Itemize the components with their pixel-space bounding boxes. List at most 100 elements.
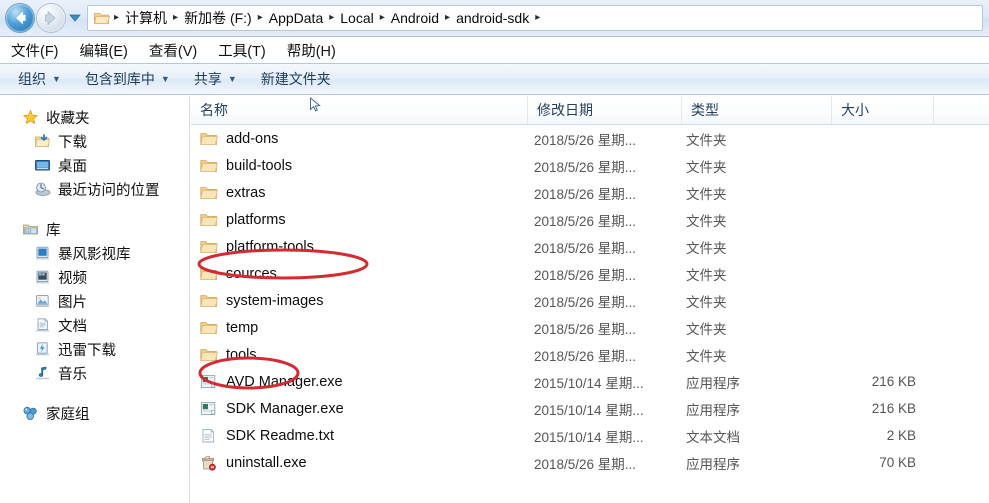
star-icon <box>23 109 38 124</box>
sidebar-label: 音乐 <box>58 366 87 383</box>
file-name-label: add-ons <box>226 130 279 147</box>
table-row[interactable]: platforms 2018/5/26 星期... 文件夹 <box>191 206 989 233</box>
table-row[interactable]: extras 2018/5/26 星期... 文件夹 <box>191 179 989 206</box>
breadcrumb-separator: ▸ <box>257 12 263 23</box>
file-type-cell: 文件夹 <box>686 267 727 283</box>
breadcrumb-item-2[interactable]: AppData <box>265 9 327 27</box>
sidebar-item-downloads[interactable]: 下载 <box>0 129 189 153</box>
sidebar-label: 下载 <box>58 134 87 151</box>
sidebar-item-desktop[interactable]: 桌面 <box>0 153 189 177</box>
breadcrumb-item-4[interactable]: Android <box>387 9 443 27</box>
file-name-label: platforms <box>226 211 286 228</box>
sidebar-label: 最近访问的位置 <box>58 182 160 199</box>
file-name-cell[interactable]: add-ons <box>200 131 278 147</box>
file-name-cell[interactable]: platforms <box>200 212 286 228</box>
sidebar-item-documents[interactable]: 文档 <box>0 313 189 337</box>
menu-view[interactable]: 查看(V) <box>149 40 197 61</box>
file-type-cell: 文件夹 <box>686 159 727 175</box>
file-name-cell[interactable]: uninstall.exe <box>200 455 307 471</box>
sidebar-item-pictures[interactable]: 图片 <box>0 289 189 313</box>
table-row[interactable]: tools 2018/5/26 星期... 文件夹 <box>191 341 989 368</box>
exe-icon <box>200 401 216 415</box>
file-name-cell[interactable]: AVD Manager.exe <box>200 374 343 390</box>
menu-edit[interactable]: 编辑(E) <box>80 40 128 61</box>
column-header-size[interactable]: 大小 <box>831 96 933 124</box>
music-icon <box>36 366 49 379</box>
breadcrumb-item-5[interactable]: android-sdk <box>452 9 533 27</box>
sidebar-item-libraries[interactable]: 库 <box>0 217 189 241</box>
file-date-cell: 2018/5/26 星期... <box>534 348 637 364</box>
sidebar-label: 库 <box>46 222 61 239</box>
sidebar-item-thunder-download[interactable]: 迅雷下载 <box>0 337 189 361</box>
toolbar-new-folder-label: 新建文件夹 <box>260 71 331 87</box>
toolbar-organize-button[interactable]: 组织 ▼ <box>18 69 61 89</box>
file-name-cell[interactable]: SDK Readme.txt <box>200 428 334 444</box>
table-row[interactable]: platform-tools 2018/5/26 星期... 文件夹 <box>191 233 989 260</box>
file-name-cell[interactable]: tools <box>200 347 257 363</box>
thunder-download-icon <box>36 341 49 355</box>
sidebar-label: 图片 <box>58 294 87 311</box>
table-row[interactable]: SDK Readme.txt 2015/10/14 星期... 文本文档 2 K… <box>191 422 989 449</box>
breadcrumb-item-3[interactable]: Local <box>336 9 377 27</box>
breadcrumb-bar[interactable]: ▸ 计算机 ▸ 新加卷 (F:) ▸ AppData ▸ Local ▸ And… <box>87 5 983 31</box>
sidebar-item-videos[interactable]: 视频 <box>0 265 189 289</box>
toolbar-new-folder-button[interactable]: 新建文件夹 <box>261 69 331 89</box>
menu-help[interactable]: 帮助(H) <box>287 40 336 61</box>
table-row[interactable]: uninstall.exe 2018/5/26 星期... 应用程序 70 KB <box>191 449 989 476</box>
file-name-cell[interactable]: platform-tools <box>200 239 314 255</box>
file-name-cell[interactable]: temp <box>200 320 258 336</box>
breadcrumb-separator: ▸ <box>329 12 335 23</box>
folder-icon <box>200 159 218 172</box>
folder-icon <box>94 13 110 24</box>
file-name-label: system-images <box>226 292 324 309</box>
sidebar-item-baofeng-library[interactable]: 暴风影视库 <box>0 241 189 265</box>
table-row[interactable]: temp 2018/5/26 星期... 文件夹 <box>191 314 989 341</box>
menu-file[interactable]: 文件(F) <box>11 40 59 61</box>
file-name-cell[interactable]: sources <box>200 266 277 282</box>
forward-button[interactable] <box>37 4 65 32</box>
file-type-cell: 应用程序 <box>686 456 740 472</box>
file-name-label: AVD Manager.exe <box>226 373 343 390</box>
file-date-cell: 2015/10/14 星期... <box>534 429 644 445</box>
downloads-icon <box>34 133 51 147</box>
file-name-cell[interactable]: build-tools <box>200 158 292 174</box>
content-area: 收藏夹 下载 桌面 最近访问的位置 库 暴风影视库 视频 图片 文档 迅雷下载 … <box>0 96 989 503</box>
back-button[interactable] <box>6 4 34 32</box>
table-row[interactable]: system-images 2018/5/26 星期... 文件夹 <box>191 287 989 314</box>
command-toolbar: 组织 ▼ 包含到库中 ▼ 共享 ▼ 新建文件夹 <box>0 63 989 95</box>
table-row[interactable]: add-ons 2018/5/26 星期... 文件夹 <box>191 125 989 152</box>
file-name-cell[interactable]: system-images <box>200 293 324 309</box>
sidebar-item-recent-places[interactable]: 最近访问的位置 <box>0 177 189 201</box>
folder-icon <box>200 132 218 145</box>
column-header-row: 名称 修改日期 类型 大小 <box>191 96 989 125</box>
file-name-label: uninstall.exe <box>226 454 307 471</box>
sidebar-item-homegroup[interactable]: 家庭组 <box>0 401 189 425</box>
toolbar-share-button[interactable]: 共享 ▼ <box>194 69 237 89</box>
breadcrumb-item-0[interactable]: 计算机 <box>121 7 171 29</box>
file-name-cell[interactable]: extras <box>200 185 266 201</box>
breadcrumb-item-1[interactable]: 新加卷 (F:) <box>180 7 256 29</box>
column-header-type[interactable]: 类型 <box>681 96 831 124</box>
table-row[interactable]: AVD Manager.exe 2015/10/14 星期... 应用程序 21… <box>191 368 989 395</box>
table-row[interactable]: SDK Manager.exe 2015/10/14 星期... 应用程序 21… <box>191 395 989 422</box>
table-row[interactable]: sources 2018/5/26 星期... 文件夹 <box>191 260 989 287</box>
file-date-cell: 2018/5/26 星期... <box>534 186 637 202</box>
toolbar-include-in-library-button[interactable]: 包含到库中 ▼ <box>85 69 170 89</box>
chevron-down-icon <box>69 14 81 22</box>
menu-tools[interactable]: 工具(T) <box>218 40 266 61</box>
column-header-date[interactable]: 修改日期 <box>527 96 681 124</box>
sidebar-item-favorites[interactable]: 收藏夹 <box>0 105 189 129</box>
column-header-name[interactable]: 名称 <box>191 96 527 124</box>
table-row[interactable]: build-tools 2018/5/26 星期... 文件夹 <box>191 152 989 179</box>
history-dropdown-button[interactable] <box>67 8 83 28</box>
folder-icon <box>200 186 218 199</box>
file-name-cell[interactable]: SDK Manager.exe <box>200 401 344 417</box>
sidebar-item-music[interactable]: 音乐 <box>0 361 189 385</box>
file-size-cell: 216 KB <box>871 374 916 389</box>
breadcrumb-separator: ▸ <box>445 12 451 23</box>
file-name-label: extras <box>226 184 266 201</box>
file-type-cell: 文件夹 <box>686 240 727 256</box>
column-header-filler[interactable] <box>933 96 989 124</box>
file-name-label: tools <box>226 346 257 363</box>
